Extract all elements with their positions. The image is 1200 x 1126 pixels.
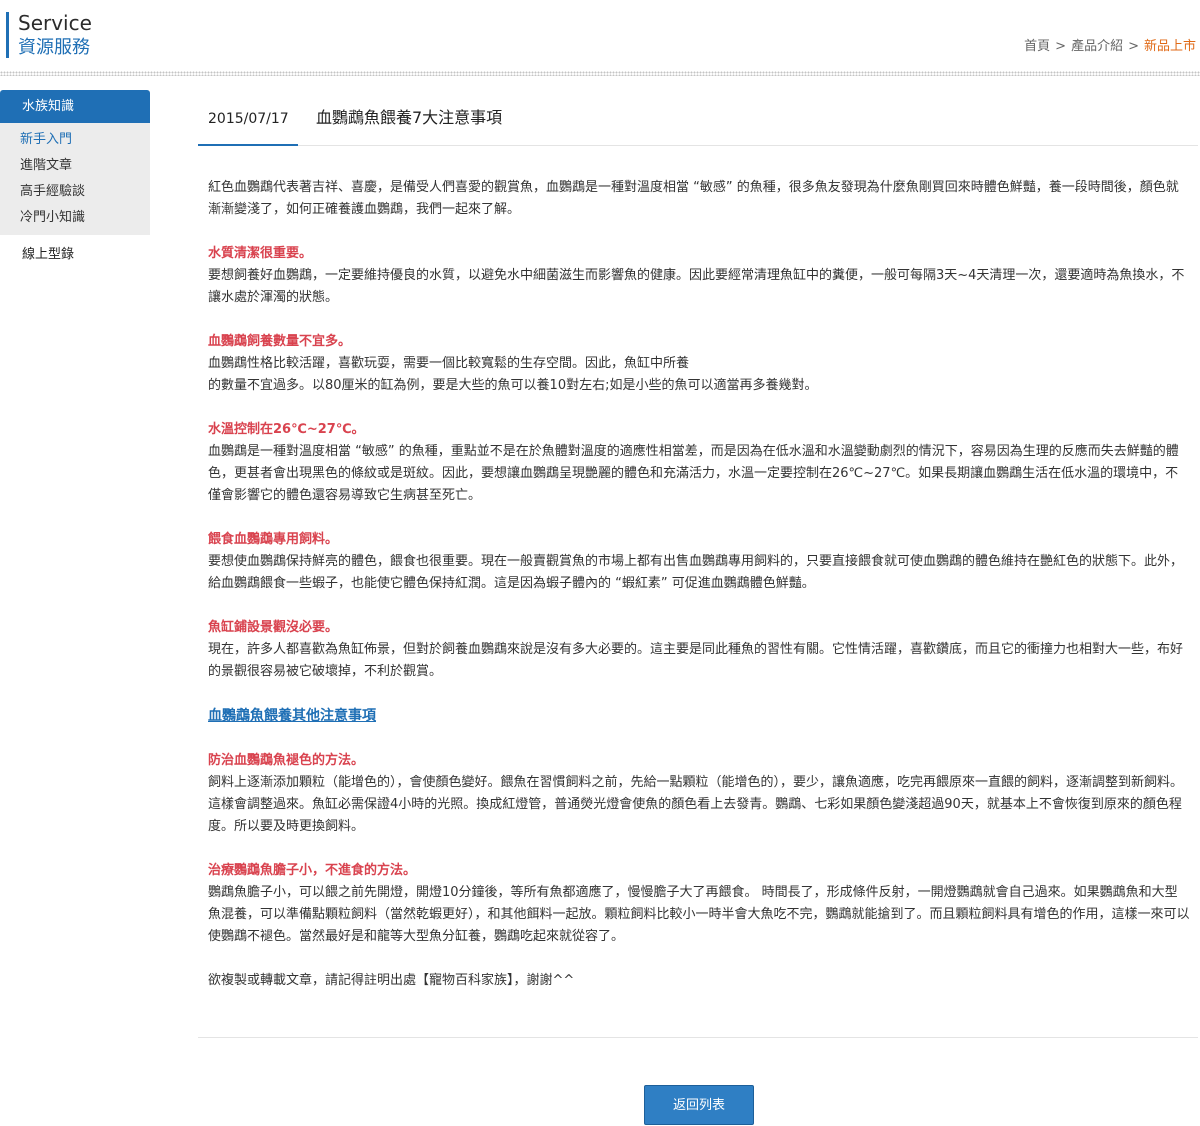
section-body: 鸚鵡魚膽子小，可以餵之前先開燈，開燈10分鐘後，等所有魚都適應了，慢慢膽子大了再… [208, 885, 1190, 944]
breadcrumb: 首頁 > 產品介紹 > 新品上市 [1024, 38, 1196, 56]
header-title-zh: 資源服務 [18, 37, 90, 58]
section-heading: 水溫控制在26℃~27℃。 [208, 422, 365, 437]
related-article-link[interactable]: 血鸚鵡魚餵養其他注意事項 [208, 708, 376, 724]
header-title-en: Service [18, 11, 92, 35]
article-date: 2015/07/17 [208, 111, 289, 127]
article-title-row: 2015/07/17 血鸚鵡魚餵養7大注意事項 [198, 90, 1198, 146]
header-accent-bar [6, 12, 9, 58]
title-divider [198, 145, 1198, 146]
article-container: 2015/07/17 血鸚鵡魚餵養7大注意事項 紅色血鸚鵡代表著吉祥、喜慶，是備… [198, 90, 1198, 988]
header-dotted-divider [0, 71, 1200, 76]
sidebar: 水族知識 新手入門 進階文章 高手經驗談 冷門小知識 線上型錄 [0, 90, 150, 275]
sidebar-submenu: 新手入門 進階文章 高手經驗談 冷門小知識 [0, 123, 150, 235]
breadcrumb-separator: > [1055, 39, 1067, 54]
section-body: 血鸚鵡是一種對溫度相當 “敏感” 的魚種，重點並不是在於魚體對溫度的適應性相當差… [208, 444, 1179, 503]
page-header: Service 資源服務 首頁 > 產品介紹 > 新品上市 [0, 0, 1200, 70]
section-heading: 治療鸚鵡魚膽子小，不進食的方法。 [208, 863, 417, 878]
section-body: 飼料上逐漸添加顆粒（能增色的），會使顏色變好。餵魚在習慣飼料之前，先給一點顆粒（… [208, 775, 1184, 834]
article-intro: 紅色血鸚鵡代表著吉祥、喜慶，是備受人們喜愛的觀賞魚，血鸚鵡是一種對溫度相當 “敏… [208, 180, 1179, 217]
breadcrumb-separator: > [1128, 39, 1139, 54]
section-body: 的數量不宜過多。以80厘米的缸為例，要是大些的魚可以養10對左右;如是小些的魚可… [208, 378, 818, 393]
back-to-list-button[interactable]: 返回列表 [644, 1085, 754, 1125]
article-bottom-divider [198, 1037, 1198, 1038]
breadcrumb-home[interactable]: 首頁 [1024, 39, 1050, 54]
copyright-note: 欲複製或轉載文章，請記得註明出處【寵物百科家族】，謝謝^^ [208, 973, 575, 988]
sidebar-item-advanced[interactable]: 進階文章 [0, 153, 150, 179]
section-heading: 防治血鸚鵡魚褪色的方法。 [208, 753, 365, 768]
article-title: 血鸚鵡魚餵養7大注意事項 [316, 108, 503, 127]
section-body: 要想使血鸚鵡保持鮮亮的體色，餵食也很重要。現在一般賣觀賞魚的市場上都有出售血鸚鵡… [208, 554, 1184, 591]
section-heading: 血鸚鵡飼養數量不宜多。 [208, 334, 352, 349]
sidebar-item-expert[interactable]: 高手經驗談 [0, 179, 150, 205]
breadcrumb-products[interactable]: 產品介紹 [1071, 39, 1123, 54]
breadcrumb-current[interactable]: 新品上市 [1144, 39, 1196, 54]
section-body: 現在，許多人都喜歡為魚缸佈景，但對於飼養血鸚鵡來說是沒有多大必要的。這主要是同此… [208, 642, 1184, 679]
article-body: 紅色血鸚鵡代表著吉祥、喜慶，是備受人們喜愛的觀賞魚，血鸚鵡是一種對溫度相當 “敏… [208, 177, 1190, 992]
section-body: 要想飼養好血鸚鵡，一定要維持優良的水質，以避免水中細菌滋生而影響魚的健康。因此要… [208, 268, 1185, 305]
section-heading: 水質清潔很重要。 [208, 246, 313, 261]
section-heading: 魚缸鋪設景觀沒必要。 [208, 620, 339, 635]
section-body: 血鸚鵡性格比較活躍，喜歡玩耍，需要一個比較寬鬆的生存空間。因此，魚缸中所養 [208, 356, 690, 371]
sidebar-item-beginner[interactable]: 新手入門 [0, 127, 150, 153]
sidebar-heading[interactable]: 水族知識 [0, 90, 150, 123]
sidebar-item-catalog[interactable]: 線上型錄 [0, 235, 150, 275]
title-accent-underline [198, 144, 298, 146]
sidebar-item-trivia[interactable]: 冷門小知識 [0, 205, 150, 231]
section-heading: 餵食血鸚鵡專用飼料。 [208, 532, 339, 547]
